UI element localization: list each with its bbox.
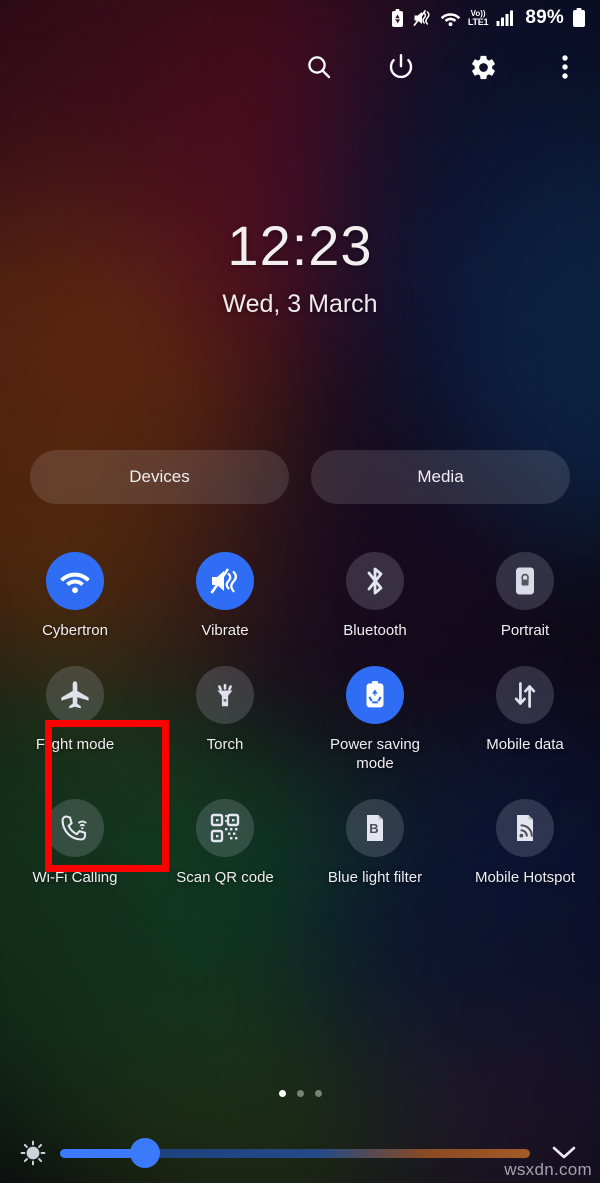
clock-area: 12:23 Wed, 3 March bbox=[0, 218, 600, 319]
tile-vibrate[interactable]: Vibrate bbox=[150, 552, 300, 640]
tile-cybertron[interactable]: Cybertron bbox=[0, 552, 150, 640]
tile-power-saving-mode[interactable]: Power saving mode bbox=[300, 666, 450, 773]
battery-recycle-icon bbox=[346, 666, 404, 725]
tile-torch[interactable]: Torch bbox=[150, 666, 300, 773]
wifi-icon bbox=[440, 9, 461, 27]
search-icon[interactable] bbox=[300, 48, 338, 86]
battery-saver-icon bbox=[390, 8, 405, 28]
tile-blue-light-filter[interactable]: B Blue light filter bbox=[300, 798, 450, 887]
overflow-menu-icon[interactable] bbox=[546, 48, 584, 86]
mute-vibrate-icon bbox=[413, 9, 432, 27]
page-indicator-dots[interactable] bbox=[0, 1090, 600, 1097]
volte-icon: Vo)) LTE1 bbox=[467, 9, 489, 27]
tile-label: Bluetooth bbox=[343, 622, 407, 639]
signal-bars-icon bbox=[496, 9, 514, 27]
rotation-lock-icon bbox=[496, 552, 554, 610]
hotspot-icon bbox=[496, 798, 554, 857]
status-bar: Vo)) LTE1 89% bbox=[0, 0, 600, 36]
brightness-slider[interactable] bbox=[60, 1136, 530, 1170]
qr-code-icon bbox=[196, 798, 254, 857]
blue-light-icon: B bbox=[346, 798, 404, 857]
tile-wifi-calling[interactable]: Wi-Fi Calling bbox=[0, 798, 150, 887]
shortcut-pill-row: Devices Media bbox=[30, 450, 570, 504]
tile-label: Torch bbox=[206, 736, 244, 754]
clock-date[interactable]: Wed, 3 March bbox=[0, 290, 600, 319]
tile-flight-mode[interactable]: Flight mode bbox=[0, 666, 150, 773]
tile-mobile-hotspot[interactable]: Mobile Hotspot bbox=[450, 798, 600, 887]
clock-time[interactable]: 12:23 bbox=[0, 218, 600, 274]
power-icon[interactable] bbox=[382, 48, 420, 86]
battery-percentage-label: 89% bbox=[525, 7, 564, 28]
page-dot bbox=[296, 1090, 304, 1097]
tile-label: Blue light filter bbox=[327, 868, 423, 886]
tile-label: Cybertron bbox=[42, 622, 108, 639]
volte-bottom-label: LTE1 bbox=[467, 16, 489, 27]
settings-gear-icon[interactable] bbox=[464, 48, 502, 86]
tile-label: Flight mode bbox=[35, 736, 115, 754]
tile-bluetooth[interactable]: Bluetooth bbox=[300, 552, 450, 640]
wifi-icon bbox=[46, 552, 104, 610]
brightness-slider-thumb[interactable] bbox=[129, 1138, 160, 1168]
tile-label: Mobile data bbox=[486, 736, 564, 754]
tile-label: Wi-Fi Calling bbox=[32, 868, 118, 886]
vibrate-icon bbox=[196, 552, 254, 610]
battery-icon bbox=[572, 8, 586, 28]
media-pill[interactable]: Media bbox=[311, 450, 570, 504]
page-dot bbox=[314, 1090, 322, 1097]
tile-scan-qr-code[interactable]: Scan QR code bbox=[150, 798, 300, 887]
tile-mobile-data[interactable]: Mobile data bbox=[450, 666, 600, 773]
quick-settings-panel: Vo)) LTE1 89% 12:23 Wed, 3 March Devices… bbox=[0, 0, 600, 1183]
svg-text:B: B bbox=[369, 821, 378, 836]
auto-brightness-icon[interactable] bbox=[16, 1139, 50, 1167]
data-arrows-icon bbox=[496, 666, 554, 725]
tile-label: Portrait bbox=[500, 622, 550, 639]
flashlight-icon bbox=[196, 666, 254, 725]
watermark: wsxdn.com bbox=[504, 1160, 592, 1179]
tile-label: Power saving mode bbox=[329, 736, 421, 772]
tile-label: Mobile Hotspot bbox=[474, 868, 576, 886]
tile-portrait[interactable]: Portrait bbox=[450, 552, 600, 640]
tile-label: Scan QR code bbox=[176, 868, 274, 886]
quick-settings-tile-grid: Cybertron Vibrate Bluetooth Portrait Fli… bbox=[0, 552, 600, 887]
wifi-calling-icon bbox=[46, 798, 104, 857]
devices-pill[interactable]: Devices bbox=[30, 450, 289, 504]
panel-action-row bbox=[300, 48, 584, 86]
airplane-icon bbox=[46, 666, 104, 725]
tile-label: Vibrate bbox=[201, 622, 249, 639]
page-dot bbox=[278, 1090, 286, 1097]
bluetooth-icon bbox=[346, 552, 404, 610]
